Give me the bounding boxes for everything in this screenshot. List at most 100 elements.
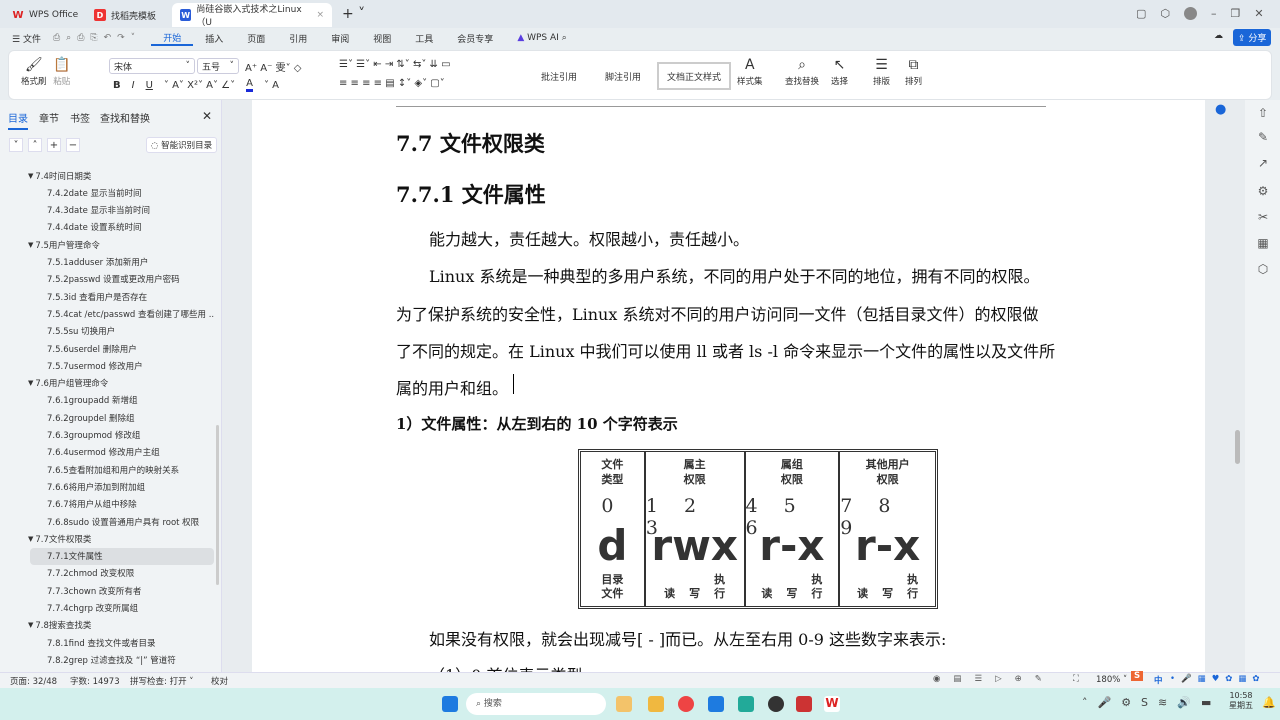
location-icon[interactable]: ●	[1215, 102, 1226, 117]
scissors-icon[interactable]: ✂	[1256, 210, 1270, 224]
style-comment-ref[interactable]: 批注引用	[533, 60, 585, 92]
toc-item[interactable]: 7.4.4date 设置系统时间	[0, 219, 214, 236]
proofread-button[interactable]: 校对	[211, 675, 228, 687]
toc-item[interactable]: 7.5.5su 切换用户	[0, 323, 214, 340]
nav-tab-toc[interactable]: 目录	[8, 110, 28, 130]
toc-item[interactable]: 7.5.7usermod 修改用户	[0, 357, 214, 374]
toc-item[interactable]: 7.6.4usermod 修改用户主组	[0, 444, 214, 461]
tab-document[interactable]: W 尚硅谷嵌入式技术之Linux（U ×	[172, 3, 332, 28]
file-menu[interactable]: ☰ 文件	[0, 32, 53, 45]
toc-item[interactable]: 7.6.3groupmod 修改组	[0, 427, 214, 444]
layout-button[interactable]: ☰ 排版	[873, 57, 890, 87]
app-icon[interactable]	[796, 696, 812, 712]
toc-item[interactable]: 7.5.3id 查看用户是否存在	[0, 288, 214, 305]
grid-icon[interactable]: ▦	[1256, 236, 1270, 250]
menu-home[interactable]: 开始	[151, 31, 194, 46]
collapse-button[interactable]: ˅	[9, 138, 23, 152]
caret-down-icon[interactable]: ▼	[28, 172, 33, 180]
ime-tool-icons[interactable]: •🎤▦♥✿▦✿	[1170, 674, 1266, 684]
app-icon[interactable]	[738, 696, 754, 712]
find-replace-button[interactable]: ⌕ 查找替换	[785, 57, 819, 87]
close-pane-button[interactable]: ✕	[202, 109, 212, 123]
explorer-icon[interactable]	[648, 696, 664, 712]
paste-button[interactable]: 📋 粘贴	[53, 57, 70, 87]
align-tools[interactable]: ≡ ≡ ≡ ≡ ▤ ↕˅ ◈˅ ▢˅	[339, 78, 445, 89]
share-button[interactable]: ⇪ 分享	[1233, 29, 1272, 46]
menu-page[interactable]: 页面	[235, 32, 277, 45]
font-size-select[interactable]: 五号 ˅	[197, 58, 239, 74]
toc-item[interactable]: ▼ 7.7文件权限类	[0, 530, 214, 547]
toc-item[interactable]: 7.8.2grep 过滤查找及 “|” 管道符	[0, 651, 214, 668]
toc-item[interactable]: 7.7.1文件属性	[30, 547, 214, 565]
toc-item[interactable]: 7.6.2groupdel 删除组	[0, 409, 214, 426]
expand-up-button[interactable]: ˄	[28, 138, 42, 152]
toc-item[interactable]: 7.4.3date 显示非当前时间	[0, 202, 214, 219]
menu-insert[interactable]: 插入	[193, 32, 235, 45]
toc-item[interactable]: ▼ 7.6用户组管理命令	[0, 375, 214, 392]
caret-down-icon[interactable]: ▼	[28, 241, 33, 249]
close-icon[interactable]: ×	[316, 10, 324, 20]
nav-tab-find[interactable]: 查找和替换	[100, 110, 150, 125]
tray-icons[interactable]: ˄🎤⚙S≋🔊▬	[1082, 696, 1221, 709]
tab-template[interactable]: D 找稻壳模板	[86, 3, 164, 27]
toc-item[interactable]: ▼ 7.8搜索查找类	[0, 617, 214, 634]
cloud-icon[interactable]: ☁	[1214, 31, 1223, 41]
menu-review[interactable]: 审阅	[319, 32, 361, 45]
zoom-select[interactable]: 180% ˅	[1096, 675, 1127, 685]
remove-level-button[interactable]: −	[66, 138, 80, 152]
close-window-button[interactable]: ✕	[1254, 7, 1263, 20]
page-count[interactable]: 页面: 32/48	[10, 675, 57, 687]
wps-taskbar-icon[interactable]: W	[824, 696, 840, 712]
toc-item[interactable]: 7.7.3chown 改变所有者	[0, 582, 214, 599]
clock[interactable]: 10:58 星期五	[1229, 691, 1253, 711]
style-footnote-ref[interactable]: 脚注引用	[597, 60, 649, 92]
toc-item[interactable]: 7.5.2passwd 设置或更改用户密码	[0, 271, 214, 288]
doc-scrollbar[interactable]	[1235, 430, 1240, 464]
smart-toc-button[interactable]: ◌ 智能识别目录	[146, 137, 218, 153]
paragraph-tools[interactable]: ☰˅ ☰˅ ⇤ ⇥ ⇅˅ ⇆˅ ⇊ ▭	[339, 59, 451, 70]
cube-icon[interactable]: ⬡	[1256, 262, 1270, 276]
style-body-text[interactable]: 文档正文样式	[657, 62, 732, 90]
arrange-button[interactable]: ⧉ 排列	[905, 57, 922, 87]
format-tools[interactable]: B I U ˅ A˅ X²˅ A˅ ∠˅ A ˅ A	[113, 78, 279, 92]
spell-check-toggle[interactable]: 拼写检查: 打开 ˅	[130, 675, 194, 687]
view-mode-icons[interactable]: ◉▤☰▷⊕✎	[933, 674, 1055, 684]
new-tab-button[interactable]: + ˅	[342, 6, 365, 22]
toc-item[interactable]: 7.5.4cat /etc/passwd 查看创建了哪些用 ...	[0, 305, 214, 322]
settings-sliders-icon[interactable]: ⚙	[1256, 184, 1270, 198]
select-button[interactable]: ↖ 选择	[831, 57, 848, 87]
toc-item[interactable]: 7.4.2date 显示当前时间	[0, 184, 214, 201]
menu-view[interactable]: 视图	[361, 32, 403, 45]
toc-item[interactable]: 7.7.4chgrp 改变所属组	[0, 600, 214, 617]
app-icon[interactable]	[768, 696, 784, 712]
wps-ai-button[interactable]: ▲ WPS AI ⌕	[505, 33, 578, 43]
caret-down-icon[interactable]: ▼	[28, 621, 33, 629]
menu-member[interactable]: 会员专享	[445, 32, 505, 45]
quick-access-icons[interactable]: ⎙⌕⎙⎘↶↷˅	[53, 33, 141, 43]
toc-item[interactable]: 7.7.2chmod 改变权限	[0, 565, 214, 582]
notification-icon[interactable]: 🔔	[1262, 696, 1276, 709]
toc-item[interactable]: 7.6.5查看附加组和用户的映射关系	[0, 461, 214, 478]
format-painter-button[interactable]: 🖌 格式刷	[21, 57, 47, 87]
app-icon[interactable]	[616, 696, 632, 712]
edit-icon[interactable]: ✎	[1256, 130, 1270, 144]
menu-reference[interactable]: 引用	[277, 32, 319, 45]
add-level-button[interactable]: +	[47, 138, 61, 152]
toc-item[interactable]: 7.6.6将用户添加到附加组	[0, 478, 214, 495]
nav-tab-bookmarks[interactable]: 书签	[70, 110, 90, 125]
fit-icon[interactable]: ⛶	[1073, 674, 1079, 684]
toc-item[interactable]: 7.6.7将用户从组中移除	[0, 496, 214, 513]
toc-item[interactable]: 7.6.1groupadd 新增组	[0, 392, 214, 409]
font-select[interactable]: 宋体 ˅	[109, 58, 195, 74]
word-count[interactable]: 字数: 14973	[70, 675, 120, 687]
app-icon[interactable]	[708, 696, 724, 712]
restore-button[interactable]: ❐	[1231, 7, 1241, 20]
toc-item[interactable]: 7.5.6userdel 删除用户	[0, 340, 214, 357]
toc-item[interactable]: 7.5.1adduser 添加新用户	[0, 254, 214, 271]
toc-item[interactable]: 7.8.1find 查找文件或者目录	[0, 634, 214, 651]
taskbar-search[interactable]: ⌕ 搜索	[466, 693, 606, 715]
menu-tools[interactable]: 工具	[403, 32, 445, 45]
ime-language[interactable]: 中	[1154, 674, 1163, 686]
minimize-button[interactable]: –	[1211, 7, 1217, 20]
toc-item[interactable]: ▼ 7.5用户管理命令	[0, 236, 214, 253]
